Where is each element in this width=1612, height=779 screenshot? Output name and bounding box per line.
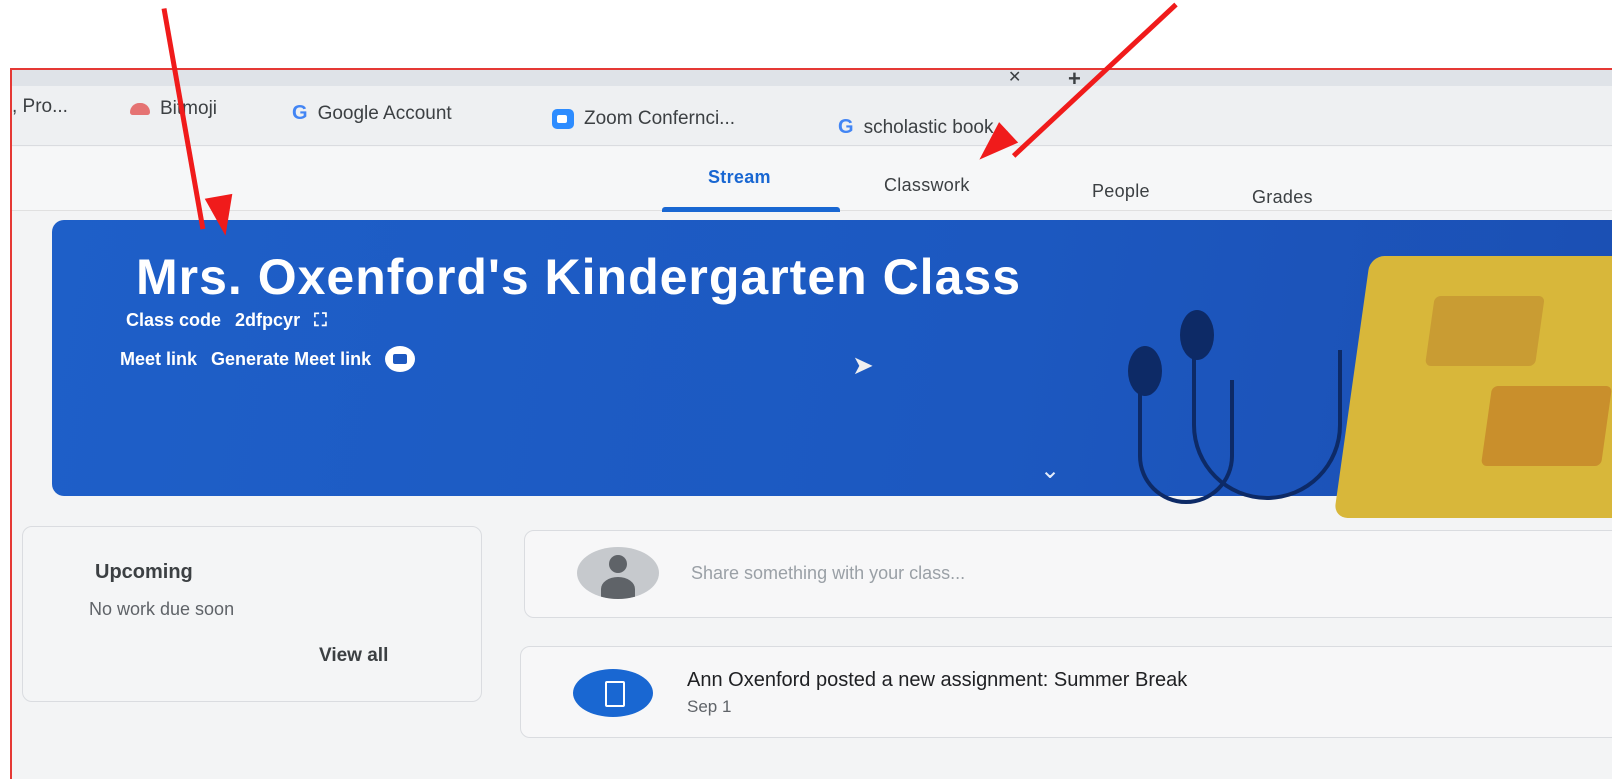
generate-meet-link[interactable]: Generate Meet link	[211, 349, 371, 370]
tab-strip: ✕ +	[12, 70, 1612, 91]
bookmark-label: Bitmoji	[160, 98, 218, 119]
tab-stream[interactable]: Stream	[708, 167, 771, 188]
zoom-icon	[552, 109, 574, 129]
class-nav: Stream Classwork People Grades	[12, 147, 1612, 212]
bookmark-pro[interactable]: , Pro...	[12, 96, 68, 118]
bitmoji-icon	[130, 103, 150, 115]
tab-people[interactable]: People	[1092, 181, 1150, 202]
bookmark-label: , Pro...	[12, 96, 68, 117]
meet-link-label: Meet link	[120, 348, 198, 369]
meet-icon[interactable]	[385, 346, 416, 372]
upcoming-card: Upcoming No work due soon View all	[22, 526, 482, 702]
browser-window: ✕ + , Pro... Bitmoji G Google Account Zo…	[10, 68, 1612, 779]
google-icon: G	[838, 116, 854, 138]
bookmark-google-account[interactable]: G Google Account	[292, 102, 452, 125]
class-code-value: 2dfpcyr	[235, 310, 301, 330]
class-code-row: Class code 2dfpcyr ⛶	[126, 310, 327, 331]
tab-grades[interactable]: Grades	[1252, 187, 1313, 208]
tab-classwork[interactable]: Classwork	[884, 175, 970, 196]
post-date: Sep 1	[687, 697, 732, 716]
upcoming-empty-text: No work due soon	[89, 599, 235, 619]
view-all-link[interactable]: View all	[319, 645, 388, 667]
bookmark-bitmoji[interactable]: Bitmoji	[130, 98, 217, 120]
expand-icon[interactable]: ⛶	[314, 310, 327, 331]
post-text[interactable]: Ann Oxenford posted a new assignment: Su…	[687, 669, 1187, 692]
class-banner: Mrs. Oxenford's Kindergarten Class Class…	[52, 220, 1612, 518]
class-title: Mrs. Oxenford's Kindergarten Class	[136, 249, 1022, 305]
assignment-icon	[573, 669, 653, 717]
google-icon: G	[292, 102, 308, 124]
stream-post[interactable]: Ann Oxenford posted a new assignment: Su…	[520, 646, 1612, 738]
avatar	[577, 547, 659, 599]
bookmark-zoom[interactable]: Zoom Confernci...	[552, 108, 735, 130]
upcoming-title: Upcoming	[95, 561, 193, 583]
book-illustration	[1333, 256, 1612, 518]
bookmarks-bar: , Pro... Bitmoji G Google Account Zoom C…	[12, 86, 1612, 146]
bookmark-label: Google Account	[317, 102, 452, 124]
chevron-down-icon[interactable]: ⌄	[1040, 456, 1060, 485]
share-card[interactable]: Share something with your class...	[524, 530, 1612, 618]
close-tab-icon[interactable]: ✕	[1008, 70, 1021, 87]
cord-illustration	[1192, 350, 1342, 500]
share-input[interactable]: Share something with your class...	[691, 563, 965, 584]
bookmark-label: Zoom Confernci...	[584, 108, 735, 129]
active-tab-indicator	[662, 207, 840, 212]
mouse-cursor-icon: ➤	[852, 350, 874, 380]
class-code-label: Class code	[126, 310, 222, 330]
meet-link-row: Meet link Generate Meet link	[120, 346, 416, 372]
